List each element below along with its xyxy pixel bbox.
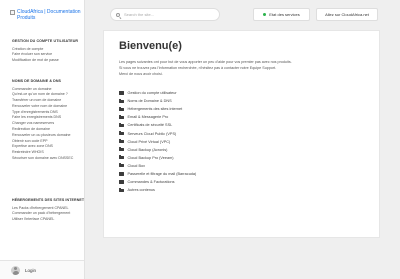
category-label: Noms de Domaine & DNS [127, 99, 172, 104]
category-link-backup-veeam[interactable]: Cloud Backup Pro (Veeam) [119, 154, 369, 162]
content-card: Bienvenu(e) Les pages suivantes ont pour… [103, 30, 380, 238]
sidebar-heading: NOMS DE DOMAINE & DNS [12, 79, 62, 83]
sidebar-heading: HÉBERGEMENTS DES SITES INTERNET [12, 198, 85, 202]
category-label: Commandes & Facturations [127, 180, 175, 185]
folder-icon [119, 155, 124, 160]
sidebar: CloudAfrica | Documentation Produits GES… [0, 0, 85, 279]
folder-icon [119, 171, 124, 176]
category-link-ssl[interactable]: Certificats de sécurité SSL [119, 121, 369, 129]
folder-icon [119, 106, 124, 111]
category-label: Cloud Privé Virtual (VPC) [127, 139, 171, 144]
search-icon [116, 12, 120, 17]
search-input[interactable] [124, 12, 214, 17]
service-status-button[interactable]: Etat des services [253, 8, 310, 21]
category-link-backup-acronis[interactable]: Cloud Backup (Acronis) [119, 146, 369, 154]
folder-icon [119, 130, 124, 136]
category-link-email[interactable]: Email & Messagerie Pro [119, 113, 369, 121]
category-label: Cloud Backup (Acronis) [127, 147, 168, 152]
sidebar-heading: GESTION DU COMPTE UTILISATEUR [12, 39, 79, 43]
category-label: Autres contenus [127, 188, 155, 193]
broken-image-icon [10, 10, 15, 15]
category-link-other[interactable]: Autres contenus [119, 186, 369, 194]
user-avatar-icon [11, 265, 20, 275]
intro-line: Merci de nous avoir choisi. [119, 71, 163, 76]
folder-icon [119, 98, 124, 103]
category-label: Serveurs Cloud Public (VPS) [127, 131, 177, 136]
sidebar-section-account: GESTION DU COMPTE UTILISATEUR Création d… [12, 39, 84, 64]
folder-icon [119, 147, 124, 152]
search-bar[interactable] [110, 8, 220, 21]
category-list: Gestion du compte utilisateur Noms de Do… [119, 89, 369, 194]
category-label: Passerelle et filtrage du mail (Barracud… [127, 171, 197, 176]
category-label: Cloud Box [127, 163, 146, 168]
category-label: Email & Messagerie Pro [127, 115, 169, 120]
category-label: Certificats de sécurité SSL [127, 123, 173, 128]
folder-icon [119, 163, 124, 168]
folder-icon [119, 90, 124, 95]
category-link-domains[interactable]: Noms de Domaine & DNS [119, 97, 369, 105]
intro-text: Les pages suivantes ont pour but de vous… [119, 60, 369, 77]
site-logo[interactable]: CloudAfrica | Documentation Produits [10, 9, 82, 21]
folder-icon [119, 179, 124, 184]
category-label: Hébergements des sites internet [127, 107, 183, 112]
sidebar-section-domains: NOMS DE DOMAINE & DNS Commander un domai… [12, 79, 84, 162]
logo-alt-text: CloudAfrica | Documentation Produits [17, 9, 81, 21]
category-label: Gestion du compte utilisateur [127, 91, 177, 96]
category-link-mail-gateway[interactable]: Passerelle et filtrage du mail (Barracud… [119, 170, 369, 178]
login-button[interactable]: Login [0, 260, 84, 279]
folder-icon [119, 114, 124, 119]
service-status-label: Etat des services [269, 12, 300, 17]
category-link-billing[interactable]: Commandes & Facturations [119, 178, 369, 186]
category-link-vpc[interactable]: Cloud Privé Virtual (VPC) [119, 138, 369, 146]
sidebar-link[interactable]: Utiliser l'interface CPANEL [12, 217, 84, 223]
sidebar-link[interactable]: Modification de mot de passe [12, 58, 84, 64]
goto-cloudafrica-label: Allez sur CloudAfrica.net [325, 12, 369, 17]
goto-cloudafrica-button[interactable]: Allez sur CloudAfrica.net [316, 8, 378, 21]
sidebar-section-hosting: HÉBERGEMENTS DES SITES INTERNET Les Pack… [12, 198, 84, 223]
folder-icon [119, 139, 124, 144]
category-link-hosting[interactable]: Hébergements des sites internet [119, 105, 369, 113]
sidebar-link[interactable]: Sécuriser son domaine avec DNSSEC [12, 156, 84, 162]
status-indicator-icon [263, 13, 267, 16]
page-title: Bienvenu(e) [119, 40, 182, 52]
category-link-cloud-box[interactable]: Cloud Box [119, 162, 369, 170]
login-label: Login [25, 267, 37, 273]
category-link-vps[interactable]: Serveurs Cloud Public (VPS) [119, 129, 369, 137]
category-link-account[interactable]: Gestion du compte utilisateur [119, 89, 369, 97]
folder-icon [119, 187, 124, 192]
folder-icon [119, 122, 124, 128]
category-label: Cloud Backup Pro (Veeam) [127, 155, 174, 160]
